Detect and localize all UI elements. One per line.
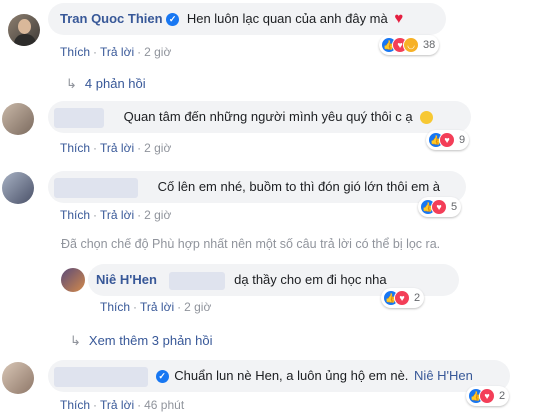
reaction-count: 2 [499,390,506,402]
reply-button[interactable]: Trả lời [100,45,134,59]
commenter-name-redacted[interactable] [54,107,104,128]
comment-text: dạ thầy cho em đi học nha [234,272,387,287]
timestamp[interactable]: 2 giờ [144,208,171,222]
heart-emoji-icon: ♥ [394,10,404,27]
smile-emoji-icon [420,111,434,125]
mention-tag[interactable]: Niê H'Hen [414,368,473,383]
comment-actions: Thích · Trả lời · 2 giờ [60,141,172,155]
comment-actions: Thích · Trả lời · 2 giờ [100,300,212,314]
more-replies-link[interactable]: ↳ Xem thêm 3 phản hồi [70,333,212,349]
comment-actions: Thích · Trả lời · 2 giờ [60,45,172,59]
like-button[interactable]: Thích [60,398,90,412]
comment-text: Quan tâm đến những người mình yêu quý th… [123,109,413,124]
view-replies-link[interactable]: ↳ 4 phản hồi [66,76,146,92]
comment-text: Chuẩn lun nè Hen, a luôn ủng hộ em nè. [174,368,409,383]
verified-badge-icon: ✓ [155,370,169,384]
reaction-count: 9 [459,134,466,146]
commenter-name[interactable]: Niê H'Hen [96,272,157,287]
like-button[interactable]: Thích [60,45,90,59]
comment-text: Hen luôn lạc quan của anh đây mà [186,11,388,26]
like-button[interactable]: Thích [100,300,130,314]
verified-badge-icon: ✓ [166,13,180,27]
love-icon: ♥ [394,290,410,306]
avatar[interactable] [2,172,34,204]
reply-button[interactable]: Trả lời [100,208,134,222]
timestamp[interactable]: 46 phút [144,398,184,412]
reaction-count: 38 [423,39,436,51]
reply-button[interactable]: Trả lời [140,300,174,314]
reply-button[interactable]: Trả lời [100,141,134,155]
comment-actions: Thích · Trả lời · 46 phút [60,398,185,412]
view-replies-label: 4 phản hồi [84,76,146,91]
haha-icon: ◡ [403,37,419,53]
love-icon: ♥ [479,388,495,404]
reply-button[interactable]: Trả lời [100,398,134,412]
mention-redacted[interactable] [168,271,225,290]
commenter-name-redacted[interactable] [54,177,138,198]
reaction-count: 5 [451,201,458,213]
comment-bubble: Tran Quoc Thien ✓ Hen luôn lạc quan của … [48,3,446,35]
comment-bubble: ✓ Chuẩn lun nè Hen, a luôn ủng hộ em nè.… [48,360,510,392]
commenter-name-redacted[interactable] [54,366,148,387]
filter-note: Đã chọn chế độ Phù hợp nhất nên một số c… [61,237,441,251]
comment-bubble: Cố lên em nhé, buồm to thì đón gió lớn t… [48,171,466,203]
timestamp[interactable]: 2 giờ [144,45,171,59]
love-icon: ♥ [431,199,447,215]
reaction-summary[interactable]: 👍 ♥ 2 [466,386,510,406]
reaction-summary[interactable]: 👍 ♥ 2 [381,288,425,308]
comment-actions: Thích · Trả lời · 2 giờ [60,208,172,222]
reaction-summary[interactable]: 👍 ♥ 9 [426,130,470,150]
reaction-summary[interactable]: 👍 ♥ ◡ 38 [379,35,440,55]
timestamp[interactable]: 2 giờ [184,300,211,314]
commenter-name[interactable]: Tran Quoc Thien [60,11,163,26]
like-button[interactable]: Thích [60,141,90,155]
reply-arrow-icon: ↳ [70,333,81,348]
like-button[interactable]: Thích [60,208,90,222]
reply-arrow-icon: ↳ [66,76,77,91]
reaction-count: 2 [414,292,421,304]
timestamp[interactable]: 2 giờ [144,141,171,155]
reaction-summary[interactable]: 👍 ♥ 5 [418,197,462,217]
avatar[interactable] [8,14,40,46]
comment-bubble: Quan tâm đến những người mình yêu quý th… [48,101,471,133]
love-icon: ♥ [439,132,455,148]
more-replies-label: Xem thêm 3 phản hồi [88,333,213,348]
comment-text: Cố lên em nhé, buồm to thì đón gió lớn t… [157,179,441,194]
avatar[interactable] [61,268,85,292]
avatar[interactable] [2,103,34,135]
avatar[interactable] [2,362,34,394]
